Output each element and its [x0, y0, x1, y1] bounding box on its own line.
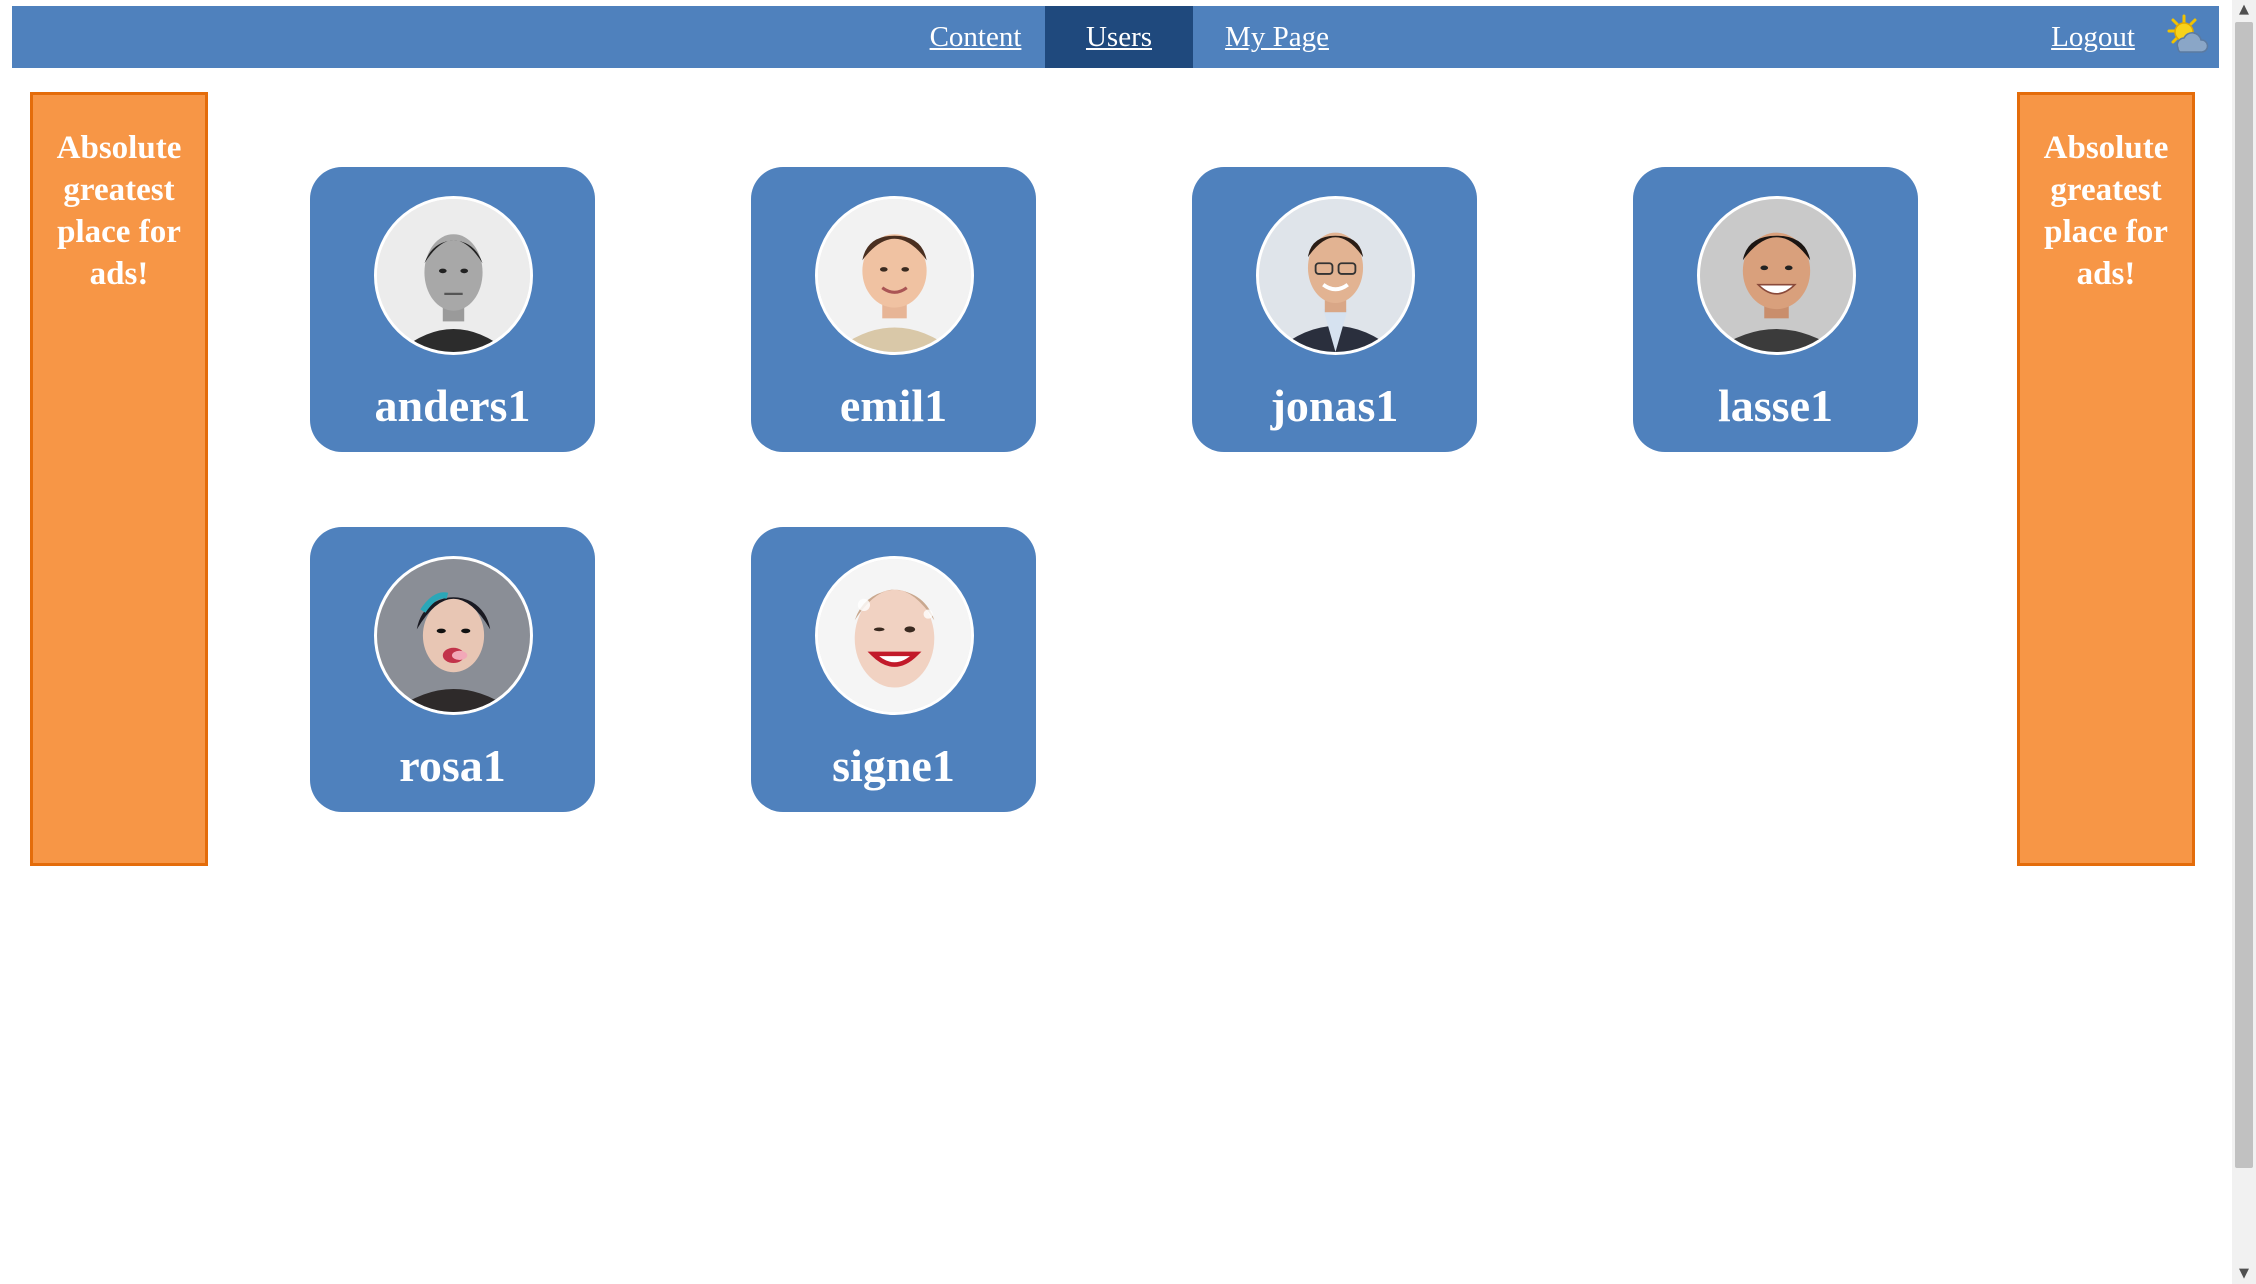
- scroll-down-arrow-icon[interactable]: ▼: [2232, 1264, 2256, 1284]
- username-label: signe1: [832, 740, 955, 791]
- sun-cloud-icon[interactable]: [2162, 12, 2212, 62]
- avatar: [374, 556, 533, 715]
- avatar: [1697, 196, 1856, 355]
- username-label: jonas1: [1270, 380, 1399, 431]
- user-card[interactable]: rosa1: [310, 527, 595, 812]
- scroll-thumb[interactable]: [2235, 22, 2253, 1168]
- user-card[interactable]: emil1: [751, 167, 1036, 452]
- username-label: emil1: [839, 380, 948, 431]
- avatar: [815, 196, 974, 355]
- user-card[interactable]: lasse1: [1633, 167, 1918, 452]
- username-label: lasse1: [1718, 380, 1833, 431]
- username-label: rosa1: [399, 740, 506, 791]
- user-card[interactable]: anders1: [310, 167, 595, 452]
- nav-link-users[interactable]: Users: [1045, 6, 1193, 68]
- nav-link-content[interactable]: Content: [902, 6, 1049, 68]
- logout-link[interactable]: Logout: [2032, 6, 2154, 68]
- avatar: [374, 196, 533, 355]
- vertical-scrollbar[interactable]: ▲ ▼: [2232, 0, 2256, 1284]
- user-card[interactable]: jonas1: [1192, 167, 1477, 452]
- username-label: anders1: [374, 380, 531, 431]
- ad-banner-right[interactable]: Absolute greatest place for ads!: [2017, 92, 2195, 866]
- scroll-up-arrow-icon[interactable]: ▲: [2232, 0, 2256, 20]
- nav-link-my-page[interactable]: My Page: [1193, 6, 1361, 68]
- avatar: [1256, 196, 1415, 355]
- ad-banner-left[interactable]: Absolute greatest place for ads!: [30, 92, 208, 866]
- top-nav-bar: Content Users My Page Logout: [12, 6, 2219, 68]
- avatar: [815, 556, 974, 715]
- user-card[interactable]: signe1: [751, 527, 1036, 812]
